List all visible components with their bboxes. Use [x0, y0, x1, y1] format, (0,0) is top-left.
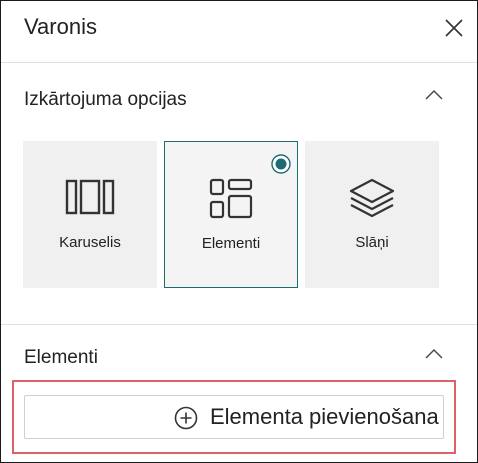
header-divider	[1, 62, 477, 63]
elements-section-title: Elementi	[24, 347, 98, 368]
layout-options: Karuselis Elementi Slāņi	[23, 141, 443, 288]
grid-icon	[209, 178, 253, 225]
elements-section-collapse-button[interactable]	[423, 343, 445, 365]
selected-radio-icon	[271, 154, 291, 174]
layout-option-carousel[interactable]: Karuselis	[23, 141, 157, 288]
layout-option-label: Elementi	[201, 235, 261, 252]
layout-option-layers[interactable]: Slāņi	[305, 141, 439, 288]
carousel-icon	[65, 177, 115, 222]
chevron-up-icon	[425, 349, 443, 359]
layers-icon	[348, 177, 396, 226]
layout-section-collapse-button[interactable]	[423, 84, 445, 106]
layout-option-label: Karuselis	[59, 234, 121, 251]
panel-title: Varonis	[24, 14, 97, 39]
panel-header: Varonis	[1, 1, 477, 61]
layout-option-label: Slāņi	[355, 234, 389, 251]
chevron-up-icon	[425, 90, 443, 100]
highlight-annotation	[12, 380, 456, 454]
property-pane: Varonis Izkārtojuma opcijas Karuselis El…	[0, 0, 478, 463]
close-icon	[445, 19, 463, 37]
section-divider	[1, 324, 477, 325]
layout-option-elements[interactable]: Elementi	[164, 141, 298, 288]
layout-section-title: Izkārtojuma opcijas	[24, 89, 187, 110]
close-button[interactable]	[441, 15, 467, 41]
